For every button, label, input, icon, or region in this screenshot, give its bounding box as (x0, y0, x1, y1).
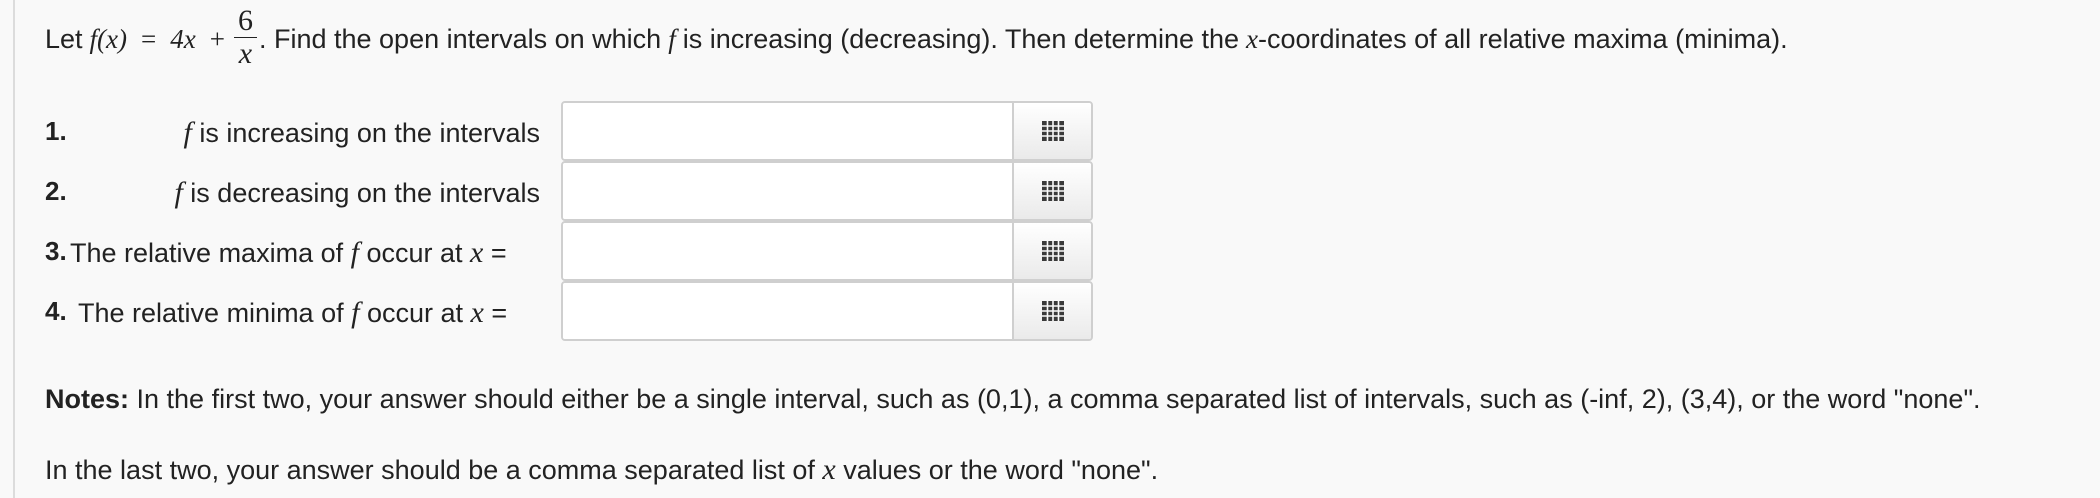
grid-palette-icon (1041, 121, 1064, 141)
fraction-denominator: x (238, 36, 253, 70)
f-symbol: f (668, 23, 676, 54)
question-3-answer-input[interactable] (563, 223, 1012, 279)
notes-heading: Notes: (45, 384, 130, 414)
question-1-palette-button[interactable] (1012, 103, 1091, 159)
fraction-numerator: 6 (237, 3, 253, 37)
question-1-label: f is increasing on the intervals (183, 116, 540, 149)
fraction: 6 x (233, 3, 257, 70)
question-4-label: The relative minima of f occur at x = (78, 296, 508, 329)
problem-statement: Let f(x) = 4x + 6 x . Find the open inte… (45, 0, 1788, 78)
problem-lead: Let (45, 23, 83, 54)
last-note-text-2: values or the word "none". (835, 455, 1159, 485)
question-2-answer-box (561, 161, 1093, 221)
last-note-x-symbol: x (822, 453, 836, 486)
question-2-label: f is decreasing on the intervals (174, 176, 540, 209)
function-name: f(x) (89, 23, 128, 54)
problem-panel: Let f(x) = 4x + 6 x . Find the open inte… (13, 0, 2100, 498)
equals-sign: = (141, 23, 157, 54)
x-symbol: x (1246, 23, 1258, 54)
question-4-palette-button[interactable] (1012, 283, 1091, 339)
grid-palette-icon (1041, 301, 1064, 321)
linear-term: 4x (170, 23, 196, 54)
question-4-answer-input[interactable] (563, 283, 1012, 339)
question-2-palette-button[interactable] (1012, 163, 1091, 219)
question-3-number: 3. (45, 236, 67, 266)
last-note-text-1: In the last two, your answer should be a… (45, 455, 823, 485)
question-1-number: 1. (45, 116, 67, 146)
grid-palette-icon (1041, 241, 1064, 261)
question-1-answer-input[interactable] (563, 103, 1012, 159)
question-1-answer-box (561, 101, 1093, 161)
question-2-answer-input[interactable] (563, 163, 1012, 219)
plus-sign: + (209, 23, 225, 54)
grid-palette-icon (1041, 181, 1064, 201)
notes-paragraph: Notes: In the first two, your answer sho… (45, 384, 1981, 415)
question-4-answer-box (561, 281, 1093, 341)
problem-text-1: . Find the open intervals on which (258, 23, 662, 54)
question-3-label: The relative maxima of f occur at x = (70, 236, 507, 269)
question-2-number: 2. (45, 176, 67, 206)
question-3-answer-box (561, 221, 1093, 281)
last-note-paragraph: In the last two, your answer should be a… (45, 453, 1158, 487)
problem-text-3: -coordinates of all relative maxima (min… (1258, 23, 1788, 54)
question-4-number: 4. (45, 296, 67, 326)
question-3-palette-button[interactable] (1012, 223, 1091, 279)
problem-text-2: is increasing (decreasing). Then determi… (682, 23, 1240, 54)
notes-text: In the first two, your answer should eit… (129, 384, 1981, 414)
